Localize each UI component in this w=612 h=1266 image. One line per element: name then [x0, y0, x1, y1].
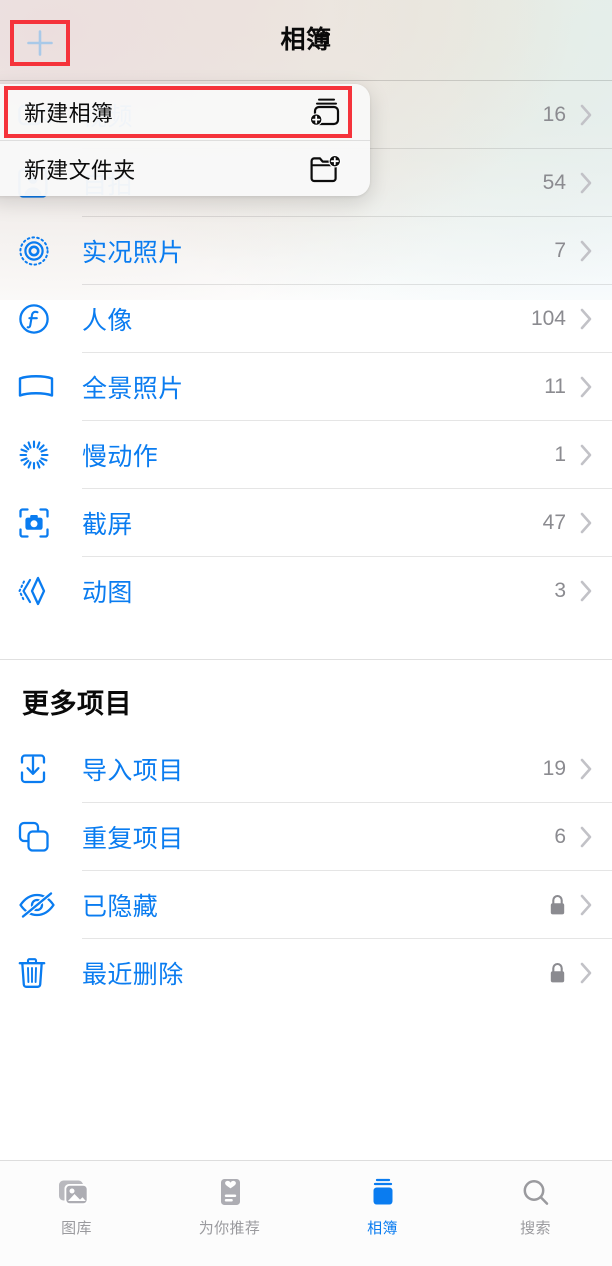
for-you-card-icon — [213, 1173, 247, 1213]
menu-item-new-folder[interactable]: 新建文件夹 — [0, 140, 370, 196]
list-item-count: 7 — [554, 239, 566, 262]
list-item-hidden[interactable]: 已隐藏 — [0, 871, 612, 939]
list-item-portrait[interactable]: 人像 104 — [0, 285, 612, 353]
portrait-f-icon — [18, 297, 64, 341]
list-item-duplicates[interactable]: 重复项目 6 — [0, 803, 612, 871]
chevron-right-icon — [580, 308, 596, 330]
import-tray-icon — [18, 747, 64, 791]
tab-for-you[interactable]: 为你推荐 — [153, 1161, 306, 1266]
chevron-right-icon — [580, 376, 596, 398]
list-item-live-photos[interactable]: 实况照片 7 — [0, 217, 612, 285]
list-item-panorama[interactable]: 全景照片 11 — [0, 353, 612, 421]
navbar: 相簿 — [0, 0, 612, 81]
list-item-label: 全景照片 — [82, 375, 184, 403]
chevron-right-icon — [580, 580, 596, 602]
list-item-label: 截屏 — [82, 511, 133, 539]
list-item-label: 导入项目 — [82, 757, 184, 785]
tab-search[interactable]: 搜索 — [459, 1161, 612, 1266]
chevron-right-icon — [580, 172, 596, 194]
list-item-count: 104 — [530, 307, 566, 330]
chevron-right-icon — [580, 962, 596, 984]
menu-item-label: 新建相簿 — [24, 101, 114, 126]
list-item-label: 最近删除 — [82, 961, 184, 989]
chevron-right-icon — [580, 512, 596, 534]
list-item-label: 已隐藏 — [82, 893, 159, 921]
list-item-count: 16 — [542, 103, 566, 126]
list-item-label: 实况照片 — [82, 239, 184, 267]
menu-item-label: 新建文件夹 — [24, 157, 136, 183]
list-item-count: 6 — [554, 825, 566, 848]
tab-albums[interactable]: 相簿 — [306, 1161, 459, 1266]
slomo-icon — [18, 433, 64, 477]
albums-icon — [366, 1173, 400, 1213]
lock-icon — [549, 962, 566, 984]
search-icon — [519, 1173, 553, 1213]
chevron-right-icon — [580, 240, 596, 262]
photos-albums-screen: 视频 16 自拍 54 实况照片 7 — [0, 0, 612, 1266]
live-photo-icon — [18, 229, 64, 273]
list-item-count: 19 — [542, 757, 566, 780]
eye-slash-icon — [18, 883, 64, 927]
page-title: 相簿 — [280, 26, 332, 54]
list-item-label: 慢动作 — [82, 443, 159, 471]
screenshot-camera-icon — [18, 501, 64, 545]
tab-label: 搜索 — [520, 1220, 551, 1237]
albums-list: 视频 16 自拍 54 实况照片 7 — [0, 81, 612, 1007]
list-item-animated[interactable]: 动图 3 — [0, 557, 612, 625]
list-item-count: 1 — [554, 443, 566, 466]
list-item-count: 11 — [544, 375, 566, 398]
chevron-right-icon — [580, 758, 596, 780]
list-item-label: 动图 — [82, 579, 133, 607]
list-item-count: 3 — [554, 579, 566, 602]
list-item-recently-deleted[interactable]: 最近删除 — [0, 939, 612, 1007]
tabbar: 图库 为你推荐 相簿 搜索 — [0, 1160, 612, 1266]
tab-label: 相簿 — [367, 1220, 398, 1237]
add-context-menu: 新建相簿 新建文件夹 — [0, 84, 370, 196]
list-item-imports[interactable]: 导入项目 19 — [0, 735, 612, 803]
plus-icon — [26, 29, 53, 56]
tab-label: 为你推荐 — [198, 1220, 261, 1237]
list-item-slo-mo[interactable]: 慢动作 1 — [0, 421, 612, 489]
list-item-label: 人像 — [82, 307, 133, 335]
section-header-more-items: 更多项目 — [22, 689, 132, 719]
trash-icon — [18, 951, 64, 995]
folder-badge-plus-icon — [308, 152, 342, 186]
chevron-right-icon — [580, 894, 596, 916]
rectangle-stack-badge-plus-icon — [308, 95, 342, 129]
list-item-screenshots[interactable]: 截屏 47 — [0, 489, 612, 557]
chevron-right-icon — [580, 104, 596, 126]
menu-item-new-album[interactable]: 新建相簿 — [0, 84, 370, 140]
duplicate-squares-icon — [18, 815, 64, 859]
tab-library[interactable]: 图库 — [0, 1161, 153, 1266]
animated-image-icon — [18, 569, 64, 613]
chevron-right-icon — [580, 826, 596, 848]
list-item-count: 47 — [542, 511, 566, 534]
list-item-count: 54 — [542, 171, 566, 194]
lock-icon — [549, 894, 566, 916]
chevron-right-icon — [580, 444, 596, 466]
panorama-icon — [18, 365, 64, 409]
list-item-label: 重复项目 — [82, 825, 184, 853]
photos-stack-icon — [57, 1173, 97, 1213]
plus-button[interactable] — [13, 22, 66, 63]
tab-label: 图库 — [61, 1220, 92, 1237]
